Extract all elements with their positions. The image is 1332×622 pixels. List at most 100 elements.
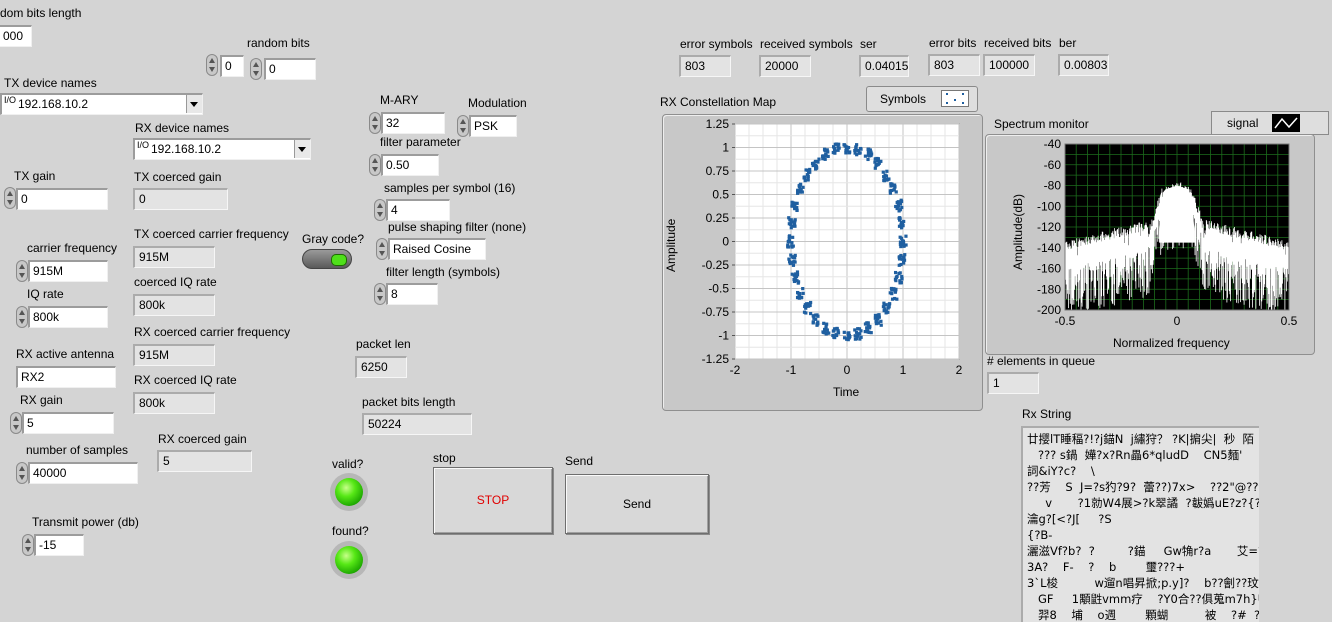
y-tick-label: -0.5 — [708, 282, 729, 296]
iq-rate-stepper[interactable] — [16, 306, 28, 328]
constellation-point — [795, 295, 800, 300]
constellation-point — [866, 147, 870, 151]
y-tick-label: -0.25 — [702, 258, 730, 272]
constellation-point — [876, 321, 880, 325]
constellation-point — [801, 287, 805, 291]
constellation-point — [898, 240, 903, 244]
scatter-legend-icon — [941, 90, 969, 107]
tx-gain-stepper[interactable] — [4, 187, 16, 209]
random-bits-seed-input[interactable]: 0 — [220, 55, 244, 77]
filter-parameter-input[interactable]: 0.50 — [381, 154, 439, 176]
y-tick-label: -0.75 — [702, 305, 730, 319]
iq-rate-input[interactable]: 800k — [28, 306, 108, 328]
pulse-shaping-select[interactable]: Raised Cosine — [388, 238, 486, 260]
random-bits-input[interactable]: 0 — [264, 58, 316, 80]
gray-code-toggle[interactable] — [302, 249, 352, 269]
ber-value: 0.00803 — [1058, 54, 1109, 76]
constellation-point — [888, 291, 892, 295]
stop-button[interactable]: STOP — [433, 467, 553, 534]
constellation-point — [884, 177, 888, 182]
io-icon: I/O — [137, 140, 150, 150]
chevron-down-icon[interactable] — [294, 140, 310, 158]
packet-bits-length-value: 50224 — [362, 413, 472, 435]
tx-coerced-gain-value: 0 — [133, 188, 228, 210]
constellation-xlabel: Time — [833, 385, 860, 399]
random-bits-stepper[interactable] — [250, 58, 262, 80]
y-tick-label: -60 — [1044, 158, 1062, 172]
queue-value: 1 — [987, 372, 1039, 394]
random-bits-length-label: dom bits length — [0, 6, 82, 20]
packet-len-value: 6250 — [355, 356, 407, 378]
tx-device-names-dropdown[interactable]: I/O 192.168.10.2 — [0, 93, 203, 115]
random-bits-length-input[interactable]: 000 — [0, 25, 32, 47]
number-of-samples-input[interactable]: 40000 — [28, 462, 138, 484]
m-ary-stepper[interactable] — [369, 112, 381, 134]
modulation-stepper[interactable] — [457, 115, 469, 137]
rx-gain-stepper[interactable] — [10, 412, 22, 434]
ser-value: 0.04015 — [859, 55, 909, 77]
constellation-point — [869, 331, 873, 335]
rx-string-display: 廿撄lT睡稫?!?j錨N j繡狩？ ?K|掮尖| 秒 陌 ??? s鍋 嬅?x?… — [1021, 426, 1259, 622]
filter-parameter-stepper[interactable] — [369, 154, 381, 176]
constellation-point — [789, 253, 793, 257]
spectrum-main-lobe — [1159, 185, 1195, 243]
rx-coerced-iq-label: RX coerced IQ rate — [134, 373, 237, 387]
rx-gain-label: RX gain — [20, 393, 63, 407]
transmit-power-input[interactable]: -15 — [34, 534, 84, 556]
rx-coerced-iq-value: 800k — [133, 392, 215, 414]
constellation-point — [859, 329, 863, 333]
number-of-samples-label: number of samples — [26, 443, 129, 457]
spectrum-graph[interactable]: -0.5 0 0.5-40-60-80-100-120-140-160-180-20… — [985, 134, 1315, 354]
constellation-point — [893, 270, 898, 275]
constellation-point — [789, 261, 793, 265]
filter-length-input[interactable]: 8 — [386, 283, 438, 305]
io-icon: I/O — [4, 95, 17, 105]
rx-device-value: 192.168.10.2 — [151, 142, 222, 156]
carrier-frequency-stepper[interactable] — [16, 260, 28, 282]
constellation-point — [842, 330, 846, 334]
error-symbols-value: 803 — [679, 55, 731, 77]
constellation-ylabel: Amplitude — [664, 218, 678, 272]
constellation-point — [803, 304, 807, 309]
spectrum-legend[interactable]: signal — [1211, 111, 1329, 135]
constellation-point — [855, 143, 859, 147]
constellation-point — [890, 287, 894, 291]
constellation-point — [899, 244, 903, 249]
constellation-point — [824, 325, 828, 329]
coerced-iq-rate-label: coerced IQ rate — [134, 275, 217, 289]
m-ary-input[interactable]: 32 — [381, 112, 445, 134]
send-button[interactable]: Send — [565, 474, 709, 534]
filter-length-stepper[interactable] — [374, 283, 386, 305]
constellation-point — [853, 151, 857, 155]
constellation-point — [793, 276, 797, 280]
constellation-point — [869, 150, 873, 154]
rx-device-names-dropdown[interactable]: I/O 192.168.10.2 — [133, 138, 311, 160]
transmit-power-stepper[interactable] — [22, 534, 34, 556]
number-of-samples-stepper[interactable] — [16, 462, 28, 484]
constellation-point — [837, 146, 841, 150]
constellation-point — [788, 234, 792, 238]
constellation-point — [801, 291, 805, 295]
carrier-frequency-input[interactable]: 915M — [28, 260, 108, 282]
rx-active-antenna-input[interactable]: RX2 — [16, 366, 116, 388]
constellation-point — [893, 183, 897, 187]
constellation-point — [899, 236, 904, 240]
chevron-down-icon[interactable] — [186, 95, 202, 113]
random-bits-seed-stepper[interactable] — [206, 54, 218, 76]
y-tick-label: 1 — [722, 141, 729, 155]
tx-gain-input[interactable]: 0 — [16, 188, 108, 210]
y-tick-label: -1 — [718, 329, 729, 343]
constellation-point — [902, 219, 906, 224]
constellation-point — [807, 304, 811, 308]
constellation-point — [901, 240, 906, 244]
ber-label: ber — [1059, 36, 1077, 50]
samples-per-symbol-input[interactable]: 4 — [386, 199, 450, 221]
constellation-point — [881, 170, 885, 174]
constellation-legend[interactable]: Symbols — [866, 86, 978, 112]
constellation-point — [890, 183, 894, 188]
modulation-select[interactable]: PSK — [469, 115, 517, 137]
pulse-shaping-stepper[interactable] — [376, 238, 388, 260]
constellation-graph[interactable]: -2 -1 0 1 2 1.25 1 0.75 0.5 0.25 0 -0.25 -0.5 -0.75 -1… — [662, 114, 982, 410]
samples-per-symbol-stepper[interactable] — [374, 199, 386, 221]
rx-gain-input[interactable]: 5 — [22, 412, 114, 434]
